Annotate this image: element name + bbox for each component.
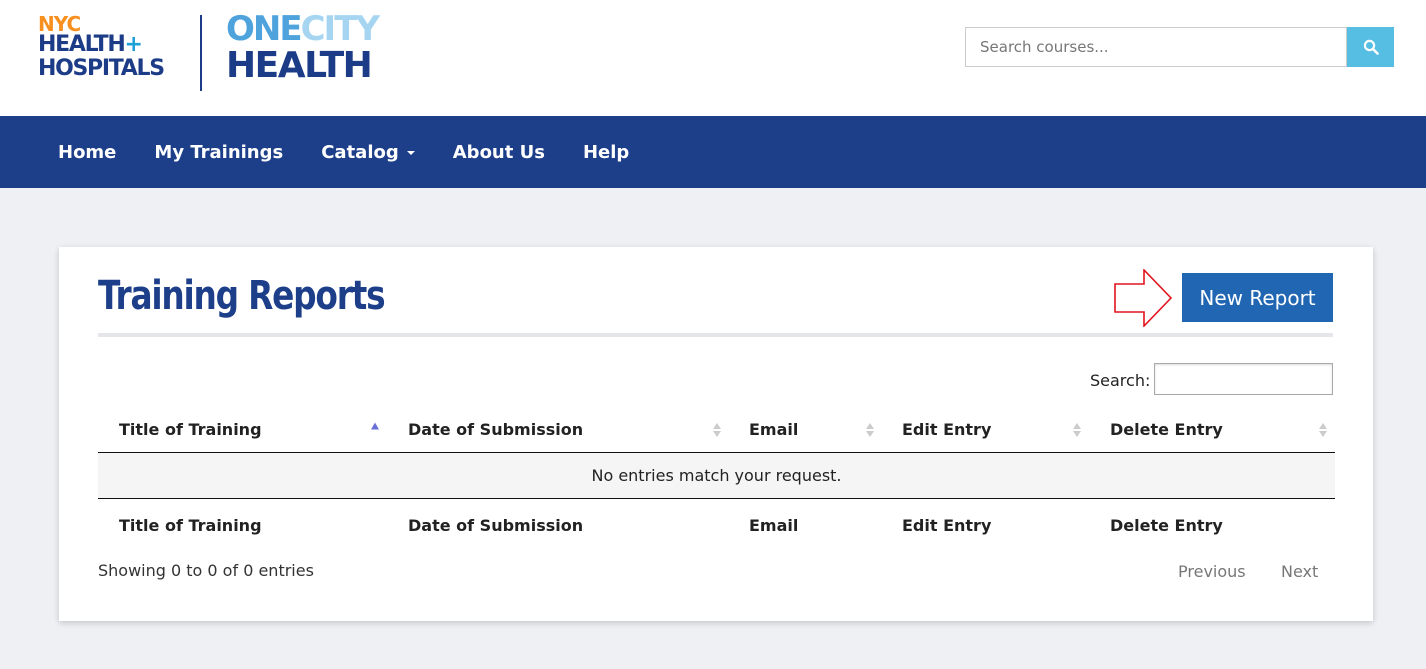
search-icon <box>1363 39 1379 55</box>
logo-city-text: CITY <box>300 9 380 49</box>
nav-about-us-label: About Us <box>452 141 545 163</box>
page-title: Training Reports <box>98 273 386 319</box>
logo-nyc-text: NYC <box>38 12 81 36</box>
table-search-label: Search: <box>1090 371 1151 390</box>
logo-health-text: HEALTH <box>38 32 126 57</box>
new-report-button[interactable]: New Report <box>1182 273 1333 322</box>
previous-page-button[interactable]: Previous <box>1178 562 1246 581</box>
nyc-health-hospitals-logo[interactable]: NYC HEALTH+ HOSPITALS <box>38 12 165 82</box>
nav-help[interactable]: Help <box>564 142 648 163</box>
column-header-delete[interactable]: Delete Entry <box>1110 407 1223 452</box>
logo-one-text: ONE <box>226 9 303 49</box>
table-header-row: Title of Training Date of Submission Ema… <box>98 407 1335 453</box>
logo-plus: + <box>124 32 142 57</box>
empty-table-row: No entries match your request. <box>98 453 1335 498</box>
nav-home[interactable]: Home <box>39 142 135 163</box>
table-info: Showing 0 to 0 of 0 entries <box>98 561 314 580</box>
table-footer-row: Title of Training Date of Submission Ema… <box>98 498 1335 552</box>
course-search <box>965 27 1394 67</box>
nav-catalog[interactable]: Catalog <box>302 142 434 163</box>
training-reports-card: Training Reports New Report Search: Titl… <box>59 247 1373 621</box>
course-search-button[interactable] <box>1347 27 1394 67</box>
nav-about-us[interactable]: About Us <box>434 142 564 163</box>
column-header-title[interactable]: Title of Training <box>119 407 262 452</box>
footer-edit: Edit Entry <box>902 516 992 535</box>
main-nav: Home My Trainings Catalog About Us Help <box>0 116 1426 188</box>
course-search-input[interactable] <box>965 27 1347 67</box>
nav-my-trainings[interactable]: My Trainings <box>135 142 302 163</box>
sort-icon[interactable] <box>713 422 721 437</box>
footer-date: Date of Submission <box>408 516 584 535</box>
right-arrow-pointer-icon <box>1114 269 1173 327</box>
sort-icon[interactable] <box>866 422 874 437</box>
table-search-input[interactable] <box>1154 363 1333 395</box>
sort-ascending-icon[interactable] <box>371 422 379 437</box>
nav-my-trainings-label: My Trainings <box>154 141 284 163</box>
logo-hospitals-text: HOSPITALS <box>38 56 165 81</box>
one-city-health-logo[interactable]: ONECITY HEALTH <box>226 9 380 86</box>
logo-divider <box>200 15 202 91</box>
next-page-button[interactable]: Next <box>1281 562 1318 581</box>
sort-icon[interactable] <box>1319 422 1327 437</box>
column-header-date[interactable]: Date of Submission <box>408 407 583 452</box>
sort-icon[interactable] <box>1073 422 1081 437</box>
title-divider <box>98 333 1333 337</box>
nav-home-label: Home <box>58 141 117 163</box>
footer-title: Title of Training <box>119 516 262 535</box>
column-header-email[interactable]: Email <box>749 407 798 452</box>
footer-delete: Delete Entry <box>1110 516 1223 535</box>
column-header-edit[interactable]: Edit Entry <box>902 407 991 452</box>
caret-down-icon <box>406 151 415 155</box>
footer-email: Email <box>749 516 799 535</box>
logo-och-health-text: HEALTH <box>226 45 373 86</box>
reports-table: Title of Training Date of Submission Ema… <box>98 407 1335 552</box>
empty-message: No entries match your request. <box>591 466 842 485</box>
nav-help-label: Help <box>582 141 630 163</box>
nav-catalog-label: Catalog <box>321 141 399 163</box>
header: NYC HEALTH+ HOSPITALS ONECITY HEALTH <box>0 0 1426 116</box>
